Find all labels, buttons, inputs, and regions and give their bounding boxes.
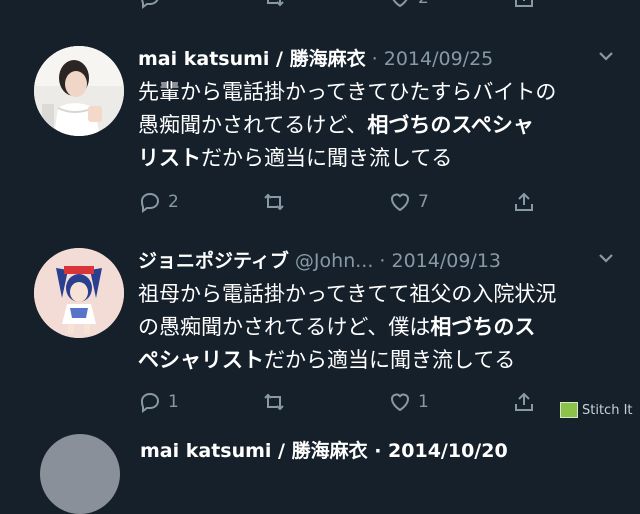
- tweet-text-plain: 愚痴聞かされてるけど、: [138, 113, 368, 137]
- share-icon: [515, 192, 533, 211]
- tweet-menu-button[interactable]: [596, 46, 616, 66]
- stitch-it-watermark: Stitch It: [560, 402, 633, 418]
- tweet-text-bold: リスト: [138, 146, 201, 170]
- tweet-text-plain: だから適当に聞き流してる: [264, 348, 516, 372]
- like-count: 2: [418, 0, 429, 8]
- tweet-text-plain: だから適当に聞き流してる: [201, 146, 453, 170]
- tweet-header: mai katsumi / 勝海麻衣 · 2014/09/25: [138, 44, 493, 71]
- tweet[interactable]: ジョニポジティブ @John... · 2014/09/13 祖母から電話掛かっ…: [0, 232, 640, 422]
- tweet-text-line: 愚痴聞かされてるけど、相づちのスペシャ: [138, 109, 618, 142]
- retweet-button[interactable]: [262, 0, 286, 10]
- display-name[interactable]: ジョニポジティブ: [138, 250, 289, 272]
- like-button[interactable]: 7: [388, 190, 429, 214]
- chevron-down-icon: [599, 254, 613, 263]
- avatar[interactable]: [34, 248, 124, 338]
- retweet-icon: [267, 0, 284, 7]
- tweet-actions: 2 7: [0, 190, 640, 220]
- tweet-text-line: ペシャリストだから適当に聞き流してる: [138, 344, 618, 377]
- next-tweet-header: mai katsumi / 勝海麻衣 · 2014/10/20: [140, 440, 508, 462]
- avatar-photo: [34, 46, 124, 136]
- share-icon: [515, 0, 533, 7]
- share-button[interactable]: [512, 390, 536, 414]
- tweet-text-line: 祖母から電話掛かってきてて祖父の入院状況: [138, 282, 557, 306]
- avatar[interactable]: [34, 46, 124, 136]
- retweet-button[interactable]: [262, 190, 286, 214]
- tweet-text-line: の愚痴聞かされてるけど、僕は相づちのス: [138, 311, 618, 344]
- share-button[interactable]: [512, 0, 536, 10]
- tweet-text-plain: の愚痴聞かされてるけど、僕は: [138, 315, 431, 339]
- tweet-text-line: 先輩から電話掛かってきてひたすらバイトの: [138, 80, 557, 104]
- reply-icon: [141, 0, 159, 9]
- next-tweet-partial[interactable]: mai katsumi / 勝海麻衣 · 2014/10/20: [0, 434, 640, 514]
- reply-count: 1: [168, 392, 179, 412]
- share-button[interactable]: [512, 190, 536, 214]
- tweet-text: 祖母から電話掛かってきてて祖父の入院状況 の愚痴聞かされてるけど、僕は相づちのス…: [138, 278, 618, 377]
- avatar[interactable]: [40, 434, 120, 514]
- like-button[interactable]: 2: [388, 0, 429, 10]
- watermark-label: Stitch It: [582, 402, 633, 418]
- reply-icon: [140, 192, 160, 213]
- timeline: 2 mai katsumi / 勝海麻衣 · 2014/09/25: [0, 0, 640, 514]
- reply-button[interactable]: 1: [138, 390, 179, 414]
- tweet-text-line: リストだから適当に聞き流してる: [138, 142, 618, 175]
- heart-icon: [390, 393, 410, 412]
- tweet-date[interactable]: · 2014/09/13: [379, 250, 501, 272]
- tweet-actions: 1 1: [0, 390, 640, 420]
- heart-icon: [392, 0, 408, 8]
- stitch-it-logo-icon: [560, 402, 578, 418]
- share-icon: [515, 392, 533, 411]
- tweet-text-bold: ペシャリスト: [138, 348, 264, 372]
- like-button[interactable]: 1: [388, 390, 429, 414]
- like-count: 1: [418, 392, 429, 412]
- tweet-text-bold: 相づちのス: [430, 315, 536, 339]
- previous-tweet-actions: 2: [0, 0, 640, 14]
- reply-count: 2: [168, 192, 179, 212]
- tweet-header: ジョニポジティブ @John... · 2014/09/13: [138, 246, 501, 273]
- tweet[interactable]: mai katsumi / 勝海麻衣 · 2014/09/25 先輩から電話掛か…: [0, 30, 640, 230]
- retweet-icon: [264, 393, 284, 411]
- tweet-menu-button[interactable]: [596, 248, 616, 268]
- avatar-illustration: [34, 248, 124, 338]
- tweet-text-bold: 相づちのスペシャ: [367, 113, 534, 137]
- reply-button[interactable]: [138, 0, 162, 10]
- reply-button[interactable]: 2: [138, 190, 179, 214]
- display-name[interactable]: mai katsumi / 勝海麻衣: [138, 48, 366, 70]
- like-count: 7: [418, 192, 429, 212]
- heart-icon: [390, 193, 410, 212]
- chevron-down-icon: [599, 52, 613, 61]
- tweet-text: 先輩から電話掛かってきてひたすらバイトの 愚痴聞かされてるけど、相づちのスペシャ…: [138, 76, 618, 175]
- retweet-icon: [264, 193, 284, 211]
- reply-icon: [140, 392, 160, 413]
- retweet-button[interactable]: [262, 390, 286, 414]
- tweet-date[interactable]: · 2014/09/25: [372, 48, 494, 70]
- user-handle[interactable]: @John...: [295, 250, 373, 272]
